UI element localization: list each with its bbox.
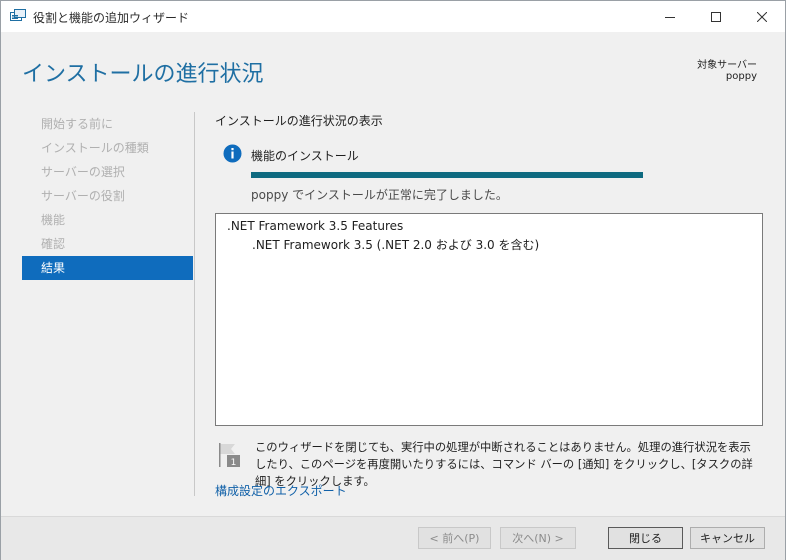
cancel-button[interactable]: キャンセル: [690, 527, 765, 549]
installation-progress-bar: [251, 172, 643, 178]
close-icon: [757, 11, 767, 22]
minimize-icon: [665, 16, 675, 18]
title-bar[interactable]: 役割と機能の追加ウィザード: [1, 1, 785, 32]
target-server-value: poppy: [725, 71, 757, 82]
target-server-label: 対象サーバー: [697, 60, 757, 71]
notification-count-badge: 1: [231, 458, 237, 468]
nav-item-installation-type: インストールの種類: [41, 141, 149, 155]
wizard-header: インストールの進行状況 対象サーバー poppy: [1, 32, 785, 100]
results-list[interactable]: .NET Framework 3.5 Features .NET Framewo…: [215, 213, 763, 426]
wizard-window: 役割と機能の追加ウィザード インストールの進行状況 対象サーバー poppy 開…: [0, 0, 786, 560]
export-configuration-link[interactable]: 構成設定のエクスポート: [215, 482, 347, 499]
window-title: 役割と機能の追加ウィザード: [33, 11, 190, 25]
wizard-steps-nav: 開始する前に インストールの種類 サーバーの選択 サーバーの役割 機能 確認 結…: [22, 112, 193, 280]
result-subitem: .NET Framework 3.5 (.NET 2.0 および 3.0 を含む…: [252, 238, 540, 252]
status-title: 機能のインストール: [251, 149, 359, 163]
nav-item-before-you-begin: 開始する前に: [41, 117, 114, 131]
close-button[interactable]: 閉じる: [608, 527, 683, 549]
notification-flag-icon: 1: [219, 443, 240, 468]
server-manager-icon: [10, 9, 26, 21]
content-heading: インストールの進行状況の表示: [215, 114, 383, 128]
nav-item-features: 機能: [41, 213, 66, 227]
page-title: インストールの進行状況: [22, 62, 264, 87]
nav-item-server-roles: サーバーの役割: [41, 189, 125, 203]
maximize-button[interactable]: [693, 1, 739, 32]
maximize-icon: [711, 11, 721, 22]
wizard-footer: < 前へ(P) 次へ(N) > 閉じる キャンセル: [1, 516, 785, 560]
nav-divider: [194, 112, 195, 496]
nav-item-results[interactable]: 結果: [22, 256, 193, 280]
result-item: .NET Framework 3.5 Features: [227, 219, 404, 233]
nav-item-server-selection: サーバーの選択: [41, 165, 125, 179]
progress-fill: [251, 172, 643, 178]
next-button[interactable]: 次へ(N) >: [500, 527, 576, 549]
previous-button[interactable]: < 前へ(P): [418, 527, 491, 549]
minimize-button[interactable]: [647, 1, 693, 32]
status-message: poppy でインストールが正常に完了しました。: [251, 188, 508, 202]
info-icon: [223, 144, 242, 163]
close-window-button[interactable]: [739, 1, 785, 32]
nav-item-confirmation: 確認: [41, 237, 66, 251]
